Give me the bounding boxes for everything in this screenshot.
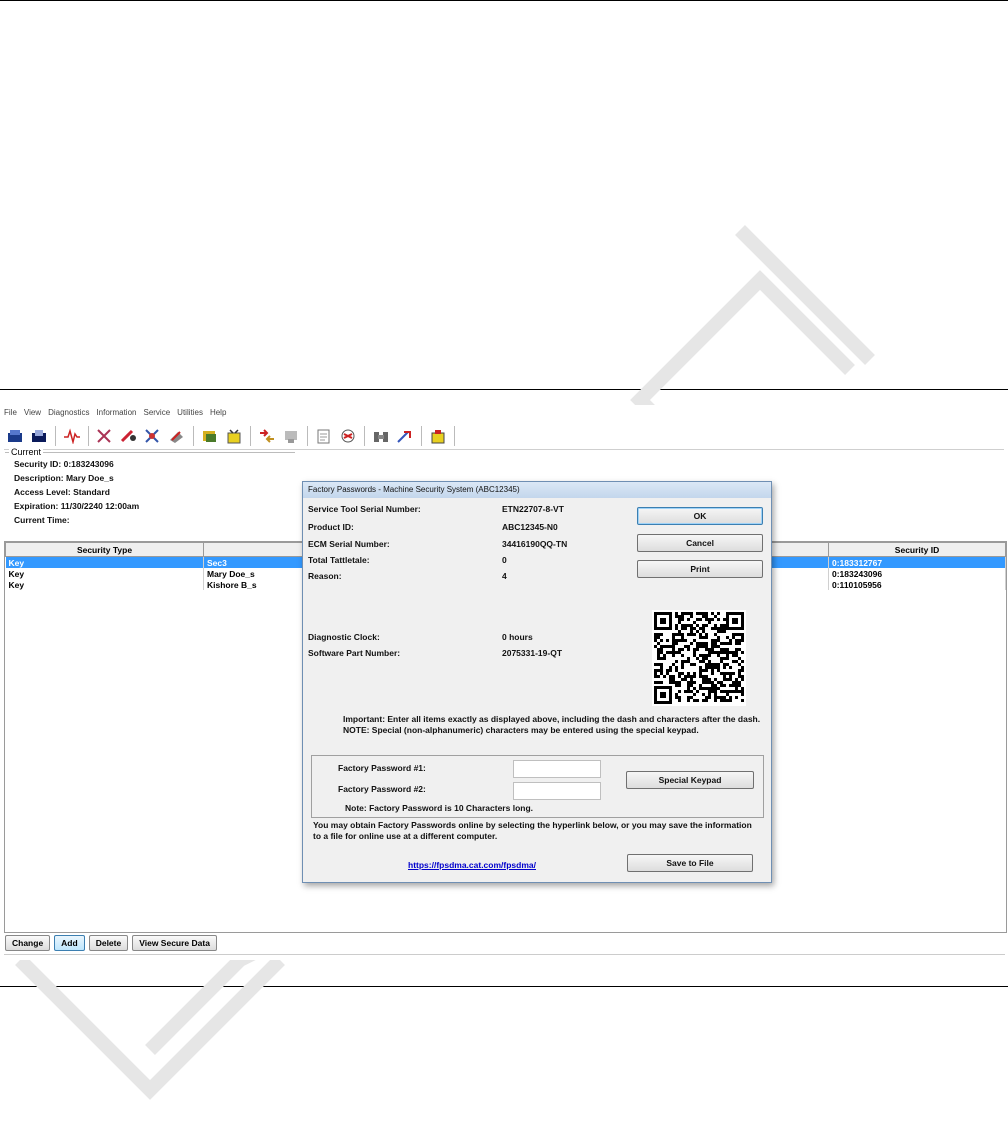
menu-information[interactable]: Information <box>96 408 136 420</box>
password-1-label: Factory Password #1: <box>338 763 426 773</box>
print-button[interactable]: Print <box>637 560 763 578</box>
tool-5-icon[interactable] <box>199 425 221 447</box>
qr-code-icon <box>652 610 746 706</box>
tool-1-icon[interactable] <box>94 425 116 447</box>
tool-11-icon[interactable] <box>370 425 392 447</box>
value-product-id: ABC12345-N0 <box>502 522 558 532</box>
current-legend: Current <box>9 447 44 457</box>
tool-4-icon[interactable] <box>166 425 188 447</box>
value-ecm-serial: 34416190QQ-TN <box>502 539 568 549</box>
tool-9-icon[interactable] <box>313 425 335 447</box>
label-ecm-serial: ECM Serial Number: <box>308 539 390 549</box>
label-diagnostic-clock: Diagnostic Clock: <box>308 632 380 642</box>
dialog-title: Factory Passwords - Machine Security Sys… <box>303 482 771 498</box>
change-button[interactable]: Change <box>5 935 51 951</box>
ok-button[interactable]: OK <box>637 507 763 525</box>
tool-10-icon[interactable] <box>337 425 359 447</box>
upper-rule <box>0 389 1008 390</box>
password-group: Factory Password #1: Factory Password #2… <box>311 755 764 818</box>
password-2-label: Factory Password #2: <box>338 784 426 794</box>
cancel-button[interactable]: Cancel <box>637 534 763 552</box>
current-panel: Current Security ID: 0:183243096 Descrip… <box>5 447 295 537</box>
fpsdma-link[interactable]: https://fpsdma.cat.com/fpsdma/ <box>408 860 536 870</box>
value-diagnostic-clock: 0 hours <box>502 632 533 642</box>
column-security-id[interactable]: Security ID <box>828 542 1006 557</box>
factory-passwords-dialog: Factory Passwords - Machine Security Sys… <box>302 481 772 883</box>
connect-icon[interactable] <box>4 425 26 447</box>
save-to-file-button[interactable]: Save to File <box>627 854 753 872</box>
view-secure-data-button[interactable]: View Secure Data <box>132 935 217 951</box>
tool-7-icon[interactable] <box>256 425 278 447</box>
value-total-tattletale: 0 <box>502 555 507 565</box>
important-note: Important: Enter all items exactly as di… <box>343 714 761 735</box>
cell-security-id: 0:183312767 <box>828 556 1006 568</box>
value-service-tool-serial: ETN22707-8-VT <box>502 504 564 514</box>
label-software-part-number: Software Part Number: <box>308 648 401 658</box>
cell-security-id: 0:110105956 <box>828 579 1006 590</box>
cell-type: Key <box>5 579 204 590</box>
current-description: Description: Mary Doe_s <box>14 473 114 483</box>
menu-utilities[interactable]: Utilities <box>177 408 203 420</box>
label-service-tool-serial: Service Tool Serial Number: <box>308 504 421 514</box>
current-access-level: Access Level: Standard <box>14 487 110 497</box>
delete-button[interactable]: Delete <box>88 935 129 951</box>
value-reason: 4 <box>502 571 507 581</box>
current-security-id: Security ID: 0:183243096 <box>14 459 114 469</box>
lower-rule <box>0 986 1008 987</box>
action-buttons: Change Add Delete View Secure Data <box>5 935 217 951</box>
label-total-tattletale: Total Tattletale: <box>308 555 370 565</box>
current-time: Current Time: <box>14 515 70 525</box>
password-length-note: Note: Factory Password is 10 Characters … <box>345 803 534 813</box>
special-keypad-button[interactable]: Special Keypad <box>626 771 754 789</box>
obtain-instructions: You may obtain Factory Passwords online … <box>313 820 752 841</box>
status-bar-divider <box>4 954 1005 955</box>
menu-bar: File View Diagnostics Information Servic… <box>4 408 226 420</box>
add-button[interactable]: Add <box>54 935 85 951</box>
tool-13-icon[interactable] <box>427 425 449 447</box>
tool-3-icon[interactable] <box>142 425 164 447</box>
value-software-part-number: 2075331-19-QT <box>502 648 563 658</box>
toolbar <box>4 423 1004 450</box>
menu-service[interactable]: Service <box>143 408 170 420</box>
cell-type: Key <box>5 556 204 568</box>
label-product-id: Product ID: <box>308 522 354 532</box>
cell-security-id: 0:183243096 <box>828 568 1006 579</box>
menu-diagnostics[interactable]: Diagnostics <box>48 408 89 420</box>
current-expiration: Expiration: 11/30/2240 12:00am <box>14 501 140 511</box>
tool-6-icon[interactable] <box>223 425 245 447</box>
menu-file[interactable]: File <box>4 408 17 420</box>
cell-type: Key <box>5 568 204 579</box>
factory-password-1-input[interactable] <box>513 760 601 778</box>
tool-12-icon[interactable] <box>394 425 416 447</box>
top-rule <box>0 0 1008 1</box>
tool-8-icon[interactable] <box>280 425 302 447</box>
label-reason: Reason: <box>308 571 342 581</box>
tool-2-icon[interactable] <box>118 425 140 447</box>
menu-view[interactable]: View <box>24 408 41 420</box>
disconnect-icon[interactable] <box>28 425 50 447</box>
column-security-type[interactable]: Security Type <box>5 542 204 557</box>
menu-help[interactable]: Help <box>210 408 226 420</box>
waveform-icon[interactable] <box>61 425 83 447</box>
factory-password-2-input[interactable] <box>513 782 601 800</box>
